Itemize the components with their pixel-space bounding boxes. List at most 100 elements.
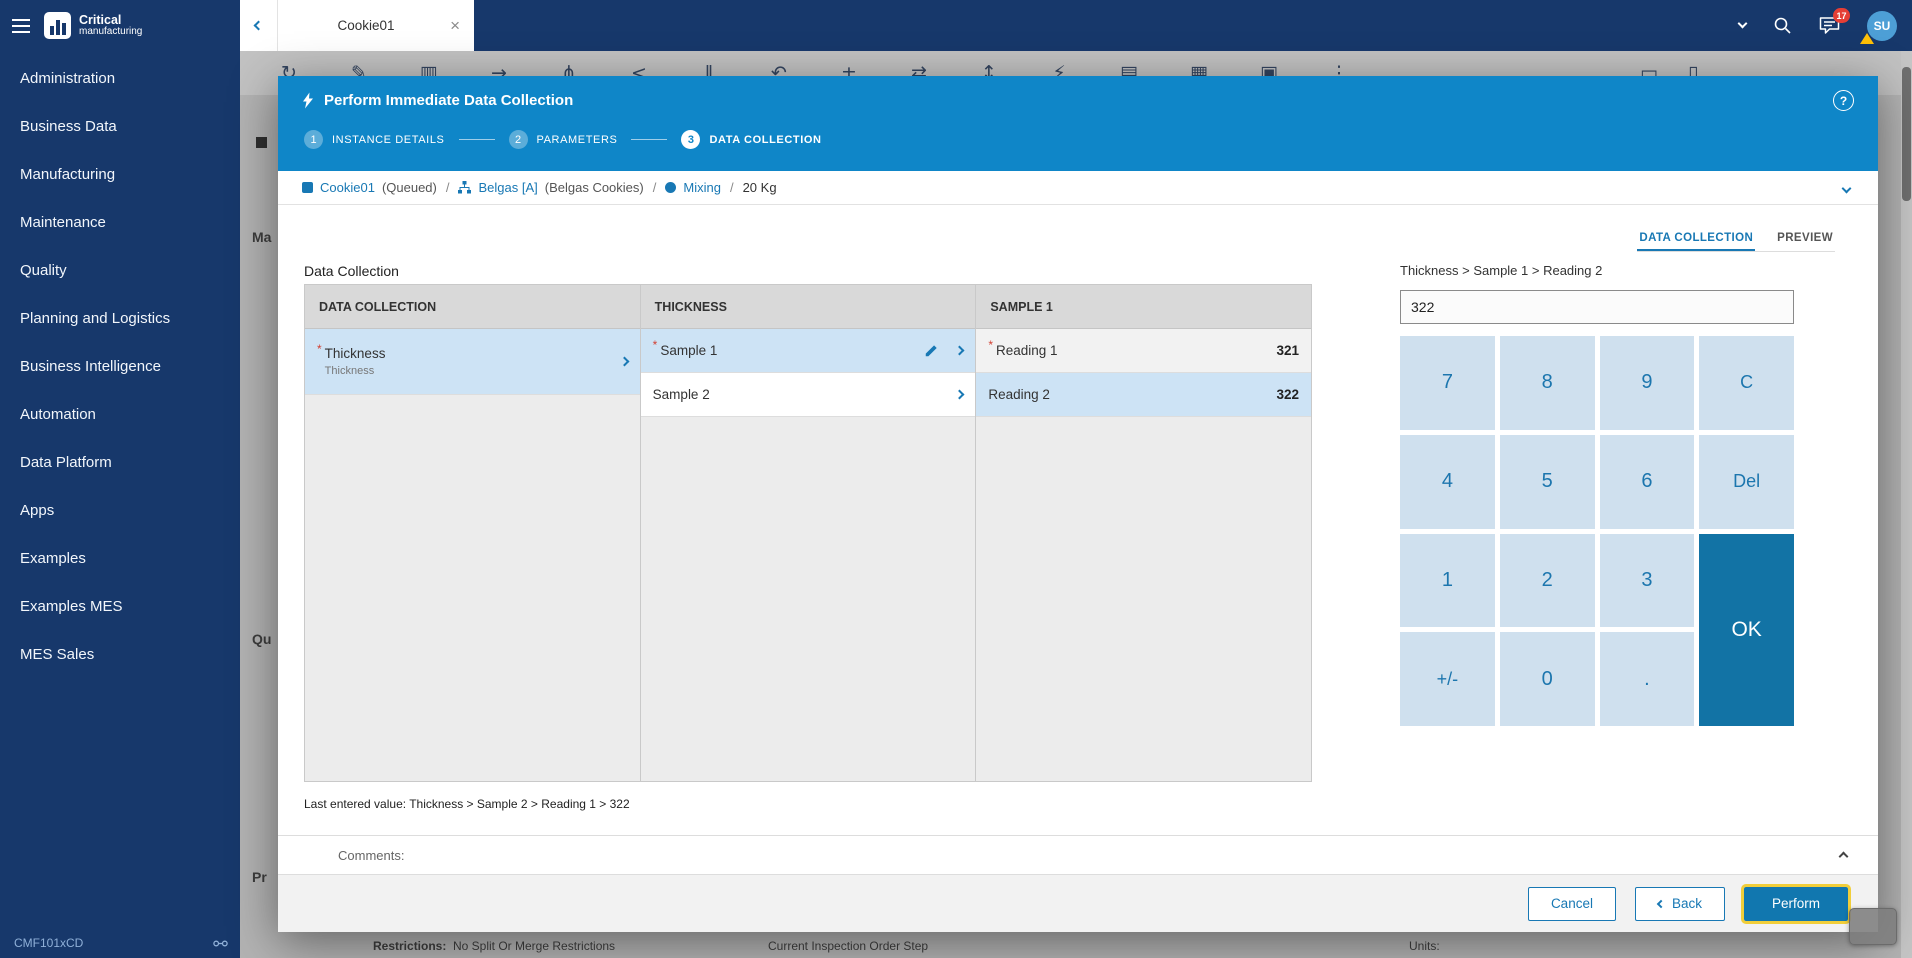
- edit-icon[interactable]: [924, 344, 938, 358]
- resource-description: (Belgas Cookies): [545, 180, 644, 195]
- key-2[interactable]: 2: [1500, 534, 1595, 628]
- comments-section[interactable]: Comments:: [278, 835, 1878, 874]
- logo-text-line1: Critical: [79, 14, 142, 27]
- tab-strip: Cookie01 ×: [240, 0, 474, 51]
- key-5[interactable]: 5: [1500, 435, 1595, 529]
- sidebar-item-mes-sales[interactable]: MES Sales: [0, 631, 240, 679]
- key-4[interactable]: 4: [1400, 435, 1495, 529]
- help-icon[interactable]: ?: [1833, 90, 1854, 111]
- value-input[interactable]: [1400, 290, 1794, 324]
- row-sample-2[interactable]: Sample 2: [641, 373, 976, 417]
- units-label: Units:: [1409, 939, 1440, 953]
- sidebar-item-administration[interactable]: Administration: [0, 55, 240, 103]
- material-link[interactable]: Cookie01: [320, 180, 375, 195]
- sidebar-item-business-data[interactable]: Business Data: [0, 103, 240, 151]
- lightning-icon: [302, 92, 314, 109]
- column-header: DATA COLLECTION: [305, 285, 640, 329]
- row-reading-2[interactable]: Reading 2 322: [976, 373, 1311, 417]
- column-header: SAMPLE 1: [976, 285, 1311, 329]
- breadcrumb-separator: /: [446, 180, 450, 195]
- scrollbar-thumb[interactable]: [1902, 67, 1911, 201]
- sidebar-item-business-intelligence[interactable]: Business Intelligence: [0, 343, 240, 391]
- cancel-button[interactable]: Cancel: [1528, 887, 1616, 921]
- key-ok[interactable]: OK: [1699, 534, 1794, 727]
- key-9[interactable]: 9: [1600, 336, 1695, 430]
- key-6[interactable]: 6: [1600, 435, 1695, 529]
- drill-in-icon[interactable]: [619, 357, 629, 367]
- row-thickness[interactable]: * Thickness Thickness: [305, 329, 640, 395]
- step-3-circle[interactable]: 3: [681, 130, 700, 149]
- resource-link[interactable]: Belgas [A]: [478, 180, 537, 195]
- key-delete[interactable]: Del: [1699, 435, 1794, 529]
- document-tab[interactable]: Cookie01 ×: [278, 0, 474, 51]
- sidebar-item-apps[interactable]: Apps: [0, 487, 240, 535]
- step-1-label: INSTANCE DETAILS: [332, 134, 445, 146]
- row-label: Sample 2: [653, 387, 710, 402]
- back-button[interactable]: Back: [1635, 887, 1725, 921]
- tab-data-collection[interactable]: DATA COLLECTION: [1637, 232, 1755, 251]
- flow-step-link[interactable]: Mixing: [683, 180, 721, 195]
- messages-icon[interactable]: 17: [1819, 16, 1840, 35]
- step-1-circle[interactable]: 1: [304, 130, 323, 149]
- connection-icon: [213, 938, 228, 949]
- restrictions-label: Restrictions:: [373, 939, 446, 953]
- drill-in-icon[interactable]: [955, 346, 965, 356]
- key-decimal[interactable]: .: [1600, 632, 1695, 726]
- tab-preview[interactable]: PREVIEW: [1775, 232, 1835, 251]
- perform-button[interactable]: Perform: [1744, 887, 1848, 921]
- key-clear[interactable]: C: [1699, 336, 1794, 430]
- chevron-left-icon: [254, 21, 264, 31]
- search-icon[interactable]: [1773, 16, 1792, 35]
- row-reading-1[interactable]: * Reading 1 321: [976, 329, 1311, 373]
- required-marker: *: [988, 329, 993, 352]
- resource-icon: [458, 181, 471, 194]
- sidebar-item-data-platform[interactable]: Data Platform: [0, 439, 240, 487]
- column-data-collection: DATA COLLECTION * Thickness Thickness: [305, 285, 641, 781]
- material-icon: [302, 182, 313, 193]
- key-7[interactable]: 7: [1400, 336, 1495, 430]
- reading-value: 322: [1276, 387, 1299, 402]
- key-8[interactable]: 8: [1500, 336, 1595, 430]
- topbar-actions: 17 SU: [1739, 0, 1912, 51]
- key-0[interactable]: 0: [1500, 632, 1595, 726]
- chevron-left-icon: [1657, 899, 1665, 907]
- restrictions-value: No Split Or Merge Restrictions: [453, 939, 615, 953]
- sidebar-item-examples-mes[interactable]: Examples MES: [0, 583, 240, 631]
- sidebar-item-maintenance[interactable]: Maintenance: [0, 199, 240, 247]
- sidebar-item-manufacturing[interactable]: Manufacturing: [0, 151, 240, 199]
- breadcrumb-separator: /: [730, 180, 734, 195]
- tab-close-icon[interactable]: ×: [444, 16, 460, 36]
- column-thickness: THICKNESS * Sample 1 Sample 2: [641, 285, 977, 781]
- key-3[interactable]: 3: [1600, 534, 1695, 628]
- dialog-header: Perform Immediate Data Collection ? 1 IN…: [278, 76, 1878, 171]
- expand-context-icon[interactable]: [1839, 176, 1854, 199]
- column-header: THICKNESS: [641, 285, 976, 329]
- sidebar-item-examples[interactable]: Examples: [0, 535, 240, 583]
- last-entered-value: Last entered value: Thickness > Sample 2…: [304, 797, 630, 811]
- row-label: Thickness: [325, 346, 386, 361]
- app-logo[interactable]: Critical manufacturing: [44, 12, 142, 39]
- sidebar-item-planning-and-logistics[interactable]: Planning and Logistics: [0, 295, 240, 343]
- step-connector: [459, 139, 495, 140]
- menu-icon[interactable]: [12, 15, 30, 37]
- sidebar-item-automation[interactable]: Automation: [0, 391, 240, 439]
- sidebar-item-quality[interactable]: Quality: [0, 247, 240, 295]
- step-2-circle[interactable]: 2: [509, 130, 528, 149]
- drill-in-icon[interactable]: [955, 390, 965, 400]
- topbar: Cookie01 × 17 SU: [240, 0, 1912, 51]
- row-label: Sample 1: [660, 343, 717, 358]
- key-plus-minus[interactable]: +/-: [1400, 632, 1495, 726]
- more-menus-dropdown-icon[interactable]: [1739, 24, 1746, 27]
- quantity-value: 20 Kg: [743, 180, 777, 195]
- user-avatar[interactable]: SU: [1867, 11, 1897, 41]
- tab-scroll-left-button[interactable]: [240, 0, 278, 51]
- collapse-comments-icon[interactable]: [1837, 845, 1850, 866]
- page-scrollbar[interactable]: [1901, 51, 1912, 958]
- value-entry-panel: Thickness > Sample 1 > Reading 2 7 8 9 C…: [1400, 263, 1794, 726]
- section-title: Data Collection: [304, 263, 399, 279]
- row-sample-1[interactable]: * Sample 1: [641, 329, 976, 373]
- context-breadcrumb: Cookie01 (Queued) / Belgas [A] (Belgas C…: [278, 171, 1878, 205]
- row-label: Reading 2: [988, 387, 1050, 402]
- key-1[interactable]: 1: [1400, 534, 1495, 628]
- tab-title: Cookie01: [288, 18, 444, 33]
